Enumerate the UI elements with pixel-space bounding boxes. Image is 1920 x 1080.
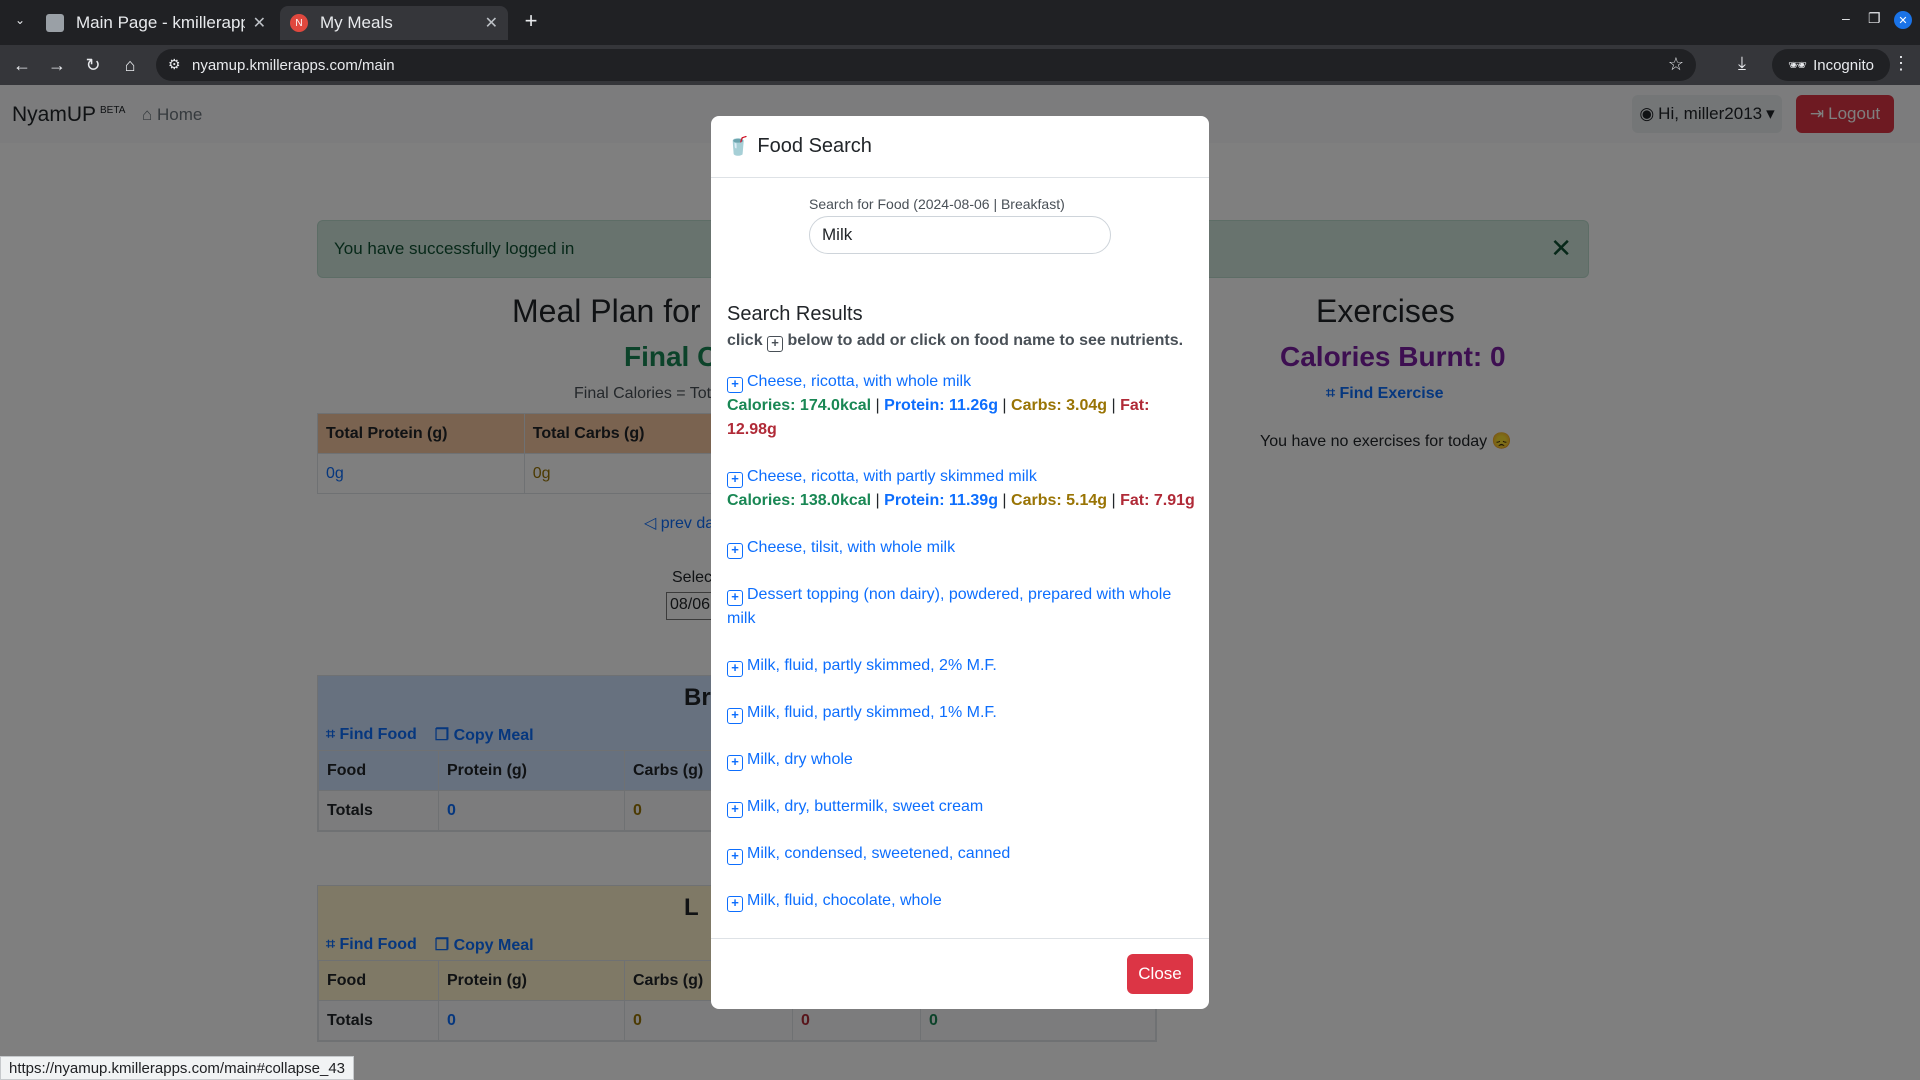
incognito-icon: 🕶 <box>1788 57 1808 74</box>
food-name-link[interactable]: Milk, dry, buttermilk, sweet cream <box>747 798 983 815</box>
calories-value: Calories: 174.0kcal <box>727 397 872 414</box>
list-item: + Milk, dry, buttermilk, sweet cream <box>727 795 1197 819</box>
nutrient-summary: Calories: 138.0kcal | Protein: 11.39g | … <box>727 492 1195 509</box>
list-item: + Dessert topping (non dairy), powdered, … <box>727 583 1197 631</box>
list-item: + Milk, dry whole <box>727 748 1197 772</box>
address-url[interactable]: nyamup.kmillerapps.com/main <box>192 57 395 74</box>
forward-icon[interactable]: → <box>45 53 69 77</box>
food-search-input[interactable] <box>809 216 1111 254</box>
add-food-icon[interactable]: + <box>727 708 743 724</box>
food-name-link[interactable]: Milk, fluid, partly skimmed, 1% M.F. <box>747 704 997 721</box>
tab-title: My Meals <box>320 13 393 32</box>
fat-value: Fat: 7.91g <box>1120 492 1195 509</box>
browser-tab-main-page[interactable]: Main Page - kmillerapps ✕ <box>36 6 276 40</box>
list-item: + Milk, fluid, partly skimmed, 1% M.F. <box>727 701 1197 725</box>
incognito-indicator[interactable]: 🕶 Incognito <box>1772 49 1890 81</box>
add-food-icon[interactable]: + <box>727 755 743 771</box>
site-favicon-icon <box>46 14 64 32</box>
protein-value: Protein: 11.26g <box>884 397 998 414</box>
restore-icon[interactable]: ❐ <box>1868 10 1881 27</box>
list-item: + Cheese, tilsit, with whole milk <box>727 536 1197 560</box>
address-bar[interactable]: ⚙ nyamup.kmillerapps.com/main ☆ <box>156 49 1696 81</box>
add-food-icon[interactable]: + <box>727 377 743 393</box>
hint-text-before: click <box>727 332 763 349</box>
tab-title: Main Page - kmillerapps <box>76 13 245 32</box>
plus-square-icon: + <box>767 336 784 352</box>
cup-icon: 🥤 <box>727 136 750 156</box>
browser-menu-icon[interactable]: ⋮ <box>1892 53 1910 74</box>
search-results-title: Search Results <box>727 303 863 325</box>
browser-tab-my-meals[interactable]: N My Meals ✕ <box>280 6 508 40</box>
search-results-list: + Cheese, ricotta, with whole milk Calori… <box>727 370 1197 936</box>
food-name-link[interactable]: Milk, fluid, chocolate, whole <box>747 892 942 909</box>
window-close-icon[interactable]: ✕ <box>1894 11 1912 29</box>
list-item: + Cheese, ricotta, with whole milk Calori… <box>727 370 1197 442</box>
close-button[interactable]: Close <box>1127 954 1193 994</box>
minimize-icon[interactable]: – <box>1842 10 1850 26</box>
download-icon[interactable]: ⤓ <box>1738 53 1746 74</box>
food-name-link[interactable]: Milk, dry whole <box>747 751 853 768</box>
browser-toolbar: ← → ↻ ⌂ ⚙ nyamup.kmillerapps.com/main ☆ … <box>0 45 1920 85</box>
list-item: + Milk, fluid, partly skimmed, 2% M.F. <box>727 654 1197 678</box>
protein-value: Protein: 11.39g <box>884 492 998 509</box>
list-item: + Milk, condensed, sweetened, canned <box>727 842 1197 866</box>
new-tab-button[interactable]: + <box>518 8 544 34</box>
food-name-link[interactable]: Dessert topping (non dairy), powdered, p… <box>727 586 1171 627</box>
search-label: Search for Food (2024-08-06 | Breakfast) <box>809 196 1065 212</box>
modal-footer: Close <box>711 938 1209 1009</box>
food-name-link[interactable]: Cheese, tilsit, with whole milk <box>747 539 955 556</box>
home-icon[interactable]: ⌂ <box>118 53 142 77</box>
add-food-icon[interactable]: + <box>727 590 743 606</box>
food-name-link[interactable]: Cheese, ricotta, with whole milk <box>747 373 971 390</box>
site-info-icon[interactable]: ⚙ <box>168 56 181 73</box>
food-search-modal: 🥤 Food Search Search for Food (2024-08-0… <box>711 116 1209 1009</box>
search-results-hint: click + below to add or click on food na… <box>727 332 1183 352</box>
reload-icon[interactable]: ↻ <box>81 53 105 77</box>
tab-search-button[interactable]: ⌄ <box>8 8 32 32</box>
modal-header: 🥤 Food Search <box>711 116 1209 178</box>
list-item: + Milk, fluid, chocolate, whole <box>727 889 1197 913</box>
tab-close-icon[interactable]: ✕ <box>485 13 498 33</box>
bookmark-star-icon[interactable]: ☆ <box>1668 54 1684 75</box>
tab-close-icon[interactable]: ✕ <box>253 13 266 33</box>
modal-title: Food Search <box>757 135 872 157</box>
add-food-icon[interactable]: + <box>727 472 743 488</box>
add-food-icon[interactable]: + <box>727 802 743 818</box>
carbs-value: Carbs: 3.04g <box>1011 397 1108 414</box>
site-favicon-icon: N <box>290 14 308 32</box>
food-name-link[interactable]: Milk, condensed, sweetened, canned <box>747 845 1010 862</box>
food-name-link[interactable]: Milk, fluid, partly skimmed, 2% M.F. <box>747 657 997 674</box>
browser-tabstrip: ⌄ Main Page - kmillerapps ✕ N My Meals ✕… <box>0 0 1920 45</box>
add-food-icon[interactable]: + <box>727 543 743 559</box>
nutrient-summary: Calories: 174.0kcal | Protein: 11.26g | … <box>727 397 1150 438</box>
back-icon[interactable]: ← <box>10 53 34 77</box>
add-food-icon[interactable]: + <box>727 661 743 677</box>
calories-value: Calories: 138.0kcal <box>727 492 872 509</box>
incognito-label: Incognito <box>1813 56 1874 74</box>
add-food-icon[interactable]: + <box>727 849 743 865</box>
add-food-icon[interactable]: + <box>727 896 743 912</box>
list-item: + Cheese, ricotta, with partly skimmed mi… <box>727 465 1197 513</box>
carbs-value: Carbs: 5.14g <box>1011 492 1108 509</box>
link-status-bar: https://nyamup.kmillerapps.com/main#coll… <box>0 1056 354 1080</box>
hint-text-after: below to add or click on food name to se… <box>787 332 1184 349</box>
food-name-link[interactable]: Cheese, ricotta, with partly skimmed mil… <box>747 468 1037 485</box>
